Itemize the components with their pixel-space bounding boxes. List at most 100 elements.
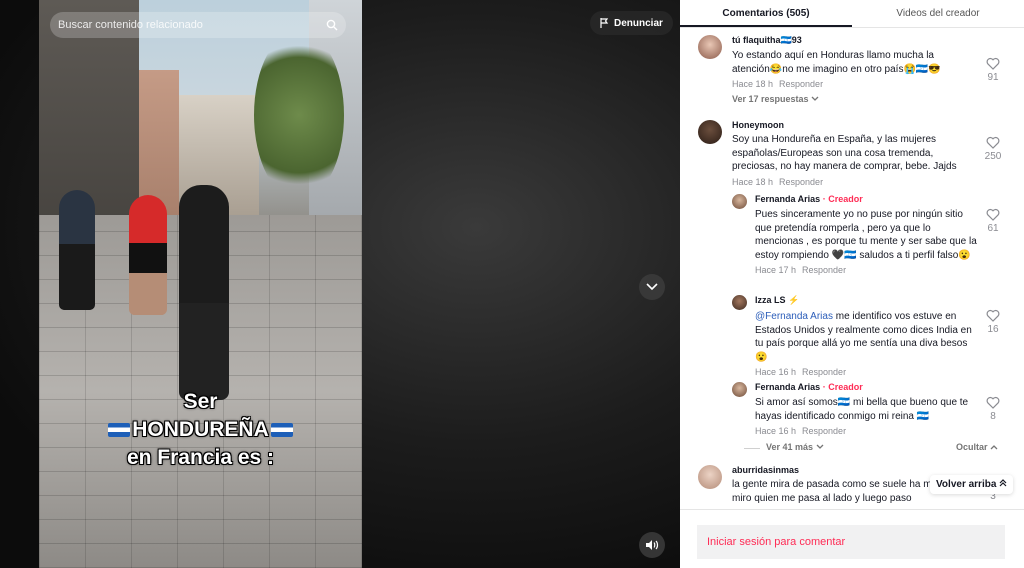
caption-line: en Francia es : <box>126 446 275 469</box>
search-icon[interactable] <box>326 19 338 31</box>
creator-badge: · Creador <box>820 382 863 392</box>
video-stage: Ser HONDUREÑA en Francia es : Denunciar <box>0 0 680 568</box>
like-button[interactable]: 61 <box>978 208 1008 234</box>
login-to-comment-button[interactable]: Iniciar sesión para comentar <box>697 525 1005 559</box>
divider <box>744 448 760 449</box>
comment-login-bar: Iniciar sesión para comentar <box>680 509 1024 568</box>
avatar[interactable] <box>698 120 722 144</box>
tree <box>254 30 344 200</box>
tab-comments[interactable]: Comentarios (505) <box>680 0 852 27</box>
video-player[interactable]: Ser HONDUREÑA en Francia es : <box>39 0 362 568</box>
report-button[interactable]: Denunciar <box>590 11 673 35</box>
like-count: 250 <box>984 151 1002 162</box>
reply-username-row: Fernanda Arias · Creador <box>755 382 977 392</box>
comment-time: Hace 18 h <box>732 176 774 187</box>
volume-button[interactable] <box>639 532 665 558</box>
avatar[interactable] <box>732 382 747 397</box>
comment-text: Yo estando aquí en Honduras llamo mucha … <box>732 50 941 75</box>
comment-item: tú flaquitha🇭🇳93 Yo estando aquí en Hond… <box>698 35 1024 104</box>
heart-icon <box>986 396 1000 409</box>
like-count: 8 <box>990 411 996 422</box>
view-more-label: Ver 41 más <box>766 442 814 452</box>
like-button[interactable]: 8 <box>978 396 1008 422</box>
avatar[interactable] <box>732 194 747 209</box>
caption-line: Ser <box>183 390 218 413</box>
avatar[interactable] <box>698 35 722 59</box>
report-label: Denunciar <box>614 17 663 29</box>
heart-icon <box>986 208 1000 221</box>
double-chevron-up-icon <box>999 479 1007 487</box>
mention-link[interactable]: @Fernanda Arias <box>755 311 833 322</box>
heart-icon <box>986 57 1000 70</box>
reply-username[interactable]: Fernanda Arias <box>755 194 820 204</box>
tab-creator-videos[interactable]: Videos del creador <box>852 0 1024 27</box>
hide-replies-button[interactable]: Ocultar <box>956 442 998 452</box>
caption-line: HONDUREÑA <box>39 418 362 442</box>
reply-item: Fernanda Arias · Creador Pues sinceramen… <box>732 194 1024 275</box>
back-to-top-label: Volver arriba <box>936 479 997 490</box>
reply-button[interactable]: Responder <box>802 426 846 436</box>
pedestrian <box>129 195 167 315</box>
reply-button[interactable]: Responder <box>779 177 823 187</box>
view-more-replies-button[interactable]: Ver 41 más <box>766 442 824 452</box>
search-bar[interactable] <box>50 12 346 38</box>
comment-time: Hace 18 h <box>732 79 774 89</box>
comment-text: Soy una Hondureña en España, y las mujer… <box>732 134 957 172</box>
caption-text: HONDUREÑA <box>132 418 269 441</box>
chevron-down-icon <box>646 283 658 291</box>
reply-button[interactable]: Responder <box>779 79 823 89</box>
heart-icon <box>986 136 1000 149</box>
reply-text-row: @Fernanda Arias me identifico vos estuve… <box>755 310 977 364</box>
comment-meta: Hace 16 h Responder <box>755 367 977 377</box>
reply-item: Fernanda Arias · Creador Si amor así som… <box>732 382 1024 436</box>
reply-button[interactable]: Responder <box>802 265 846 275</box>
reply-text: Si amor así somos🇭🇳 mi bella que bueno q… <box>755 397 969 422</box>
pedestrian <box>59 190 95 310</box>
view-replies-label: Ver 17 respuestas <box>732 94 809 104</box>
reply-text: Pues sinceramente yo no puse por ningún … <box>755 209 977 261</box>
comment-meta: Hace 18 h Responder <box>732 79 964 89</box>
next-video-button[interactable] <box>639 274 665 300</box>
hide-label: Ocultar <box>955 442 988 452</box>
chevron-down-icon <box>816 444 824 449</box>
honduras-flag-icon <box>108 423 131 438</box>
chevron-down-icon <box>811 96 819 101</box>
creator-badge: · Creador <box>820 194 863 204</box>
like-count: 91 <box>987 72 999 83</box>
reply-username-row: Fernanda Arias · Creador <box>755 194 977 204</box>
search-input[interactable] <box>58 19 326 31</box>
like-count: 61 <box>987 223 999 234</box>
comment-item: Honeymoon Soy una Hondureña en España, y… <box>698 120 1024 187</box>
back-to-top-button[interactable]: Volver arriba <box>930 475 1014 494</box>
reply-username[interactable]: Izza LS ⚡ <box>755 295 977 306</box>
chevron-up-icon <box>990 445 998 450</box>
like-button[interactable]: 91 <box>978 57 1008 83</box>
replies-controls: Ver 41 más Ocultar <box>744 442 998 456</box>
like-count: 16 <box>987 324 999 335</box>
comment-username[interactable]: tú flaquitha🇭🇳93 <box>732 35 964 46</box>
comment-meta: Hace 17 h Responder <box>755 265 977 275</box>
reply-button[interactable]: Responder <box>802 367 846 377</box>
comment-time: Hace 17 h <box>755 265 797 275</box>
speaker-icon <box>646 540 659 550</box>
comment-meta: Hace 18 h Responder <box>732 177 964 187</box>
comment-meta: Hace 16 h Responder <box>755 426 977 436</box>
comment-username[interactable]: aburridasinmas <box>732 465 964 475</box>
comment-list[interactable]: tú flaquitha🇭🇳93 Yo estando aquí en Hond… <box>680 29 1024 509</box>
reply-item: Izza LS ⚡ @Fernanda Arias me identifico … <box>732 295 1024 377</box>
avatar[interactable] <box>698 465 722 489</box>
view-replies-button[interactable]: Ver 17 respuestas <box>732 94 964 104</box>
comment-username[interactable]: Honeymoon <box>732 120 964 130</box>
comments-panel: Comentarios (505) Videos del creador tú … <box>680 0 1024 568</box>
honduras-flag-icon <box>270 423 293 438</box>
comment-time: Hace 16 h <box>755 426 797 436</box>
woman-walking <box>179 185 229 400</box>
heart-icon <box>986 309 1000 322</box>
avatar[interactable] <box>732 295 747 310</box>
flag-icon <box>600 18 609 28</box>
reply-username[interactable]: Fernanda Arias <box>755 382 820 392</box>
comment-time: Hace 16 h <box>755 367 797 377</box>
panel-tabs: Comentarios (505) Videos del creador <box>680 0 1024 28</box>
like-button[interactable]: 250 <box>978 136 1008 162</box>
like-button[interactable]: 16 <box>978 309 1008 335</box>
